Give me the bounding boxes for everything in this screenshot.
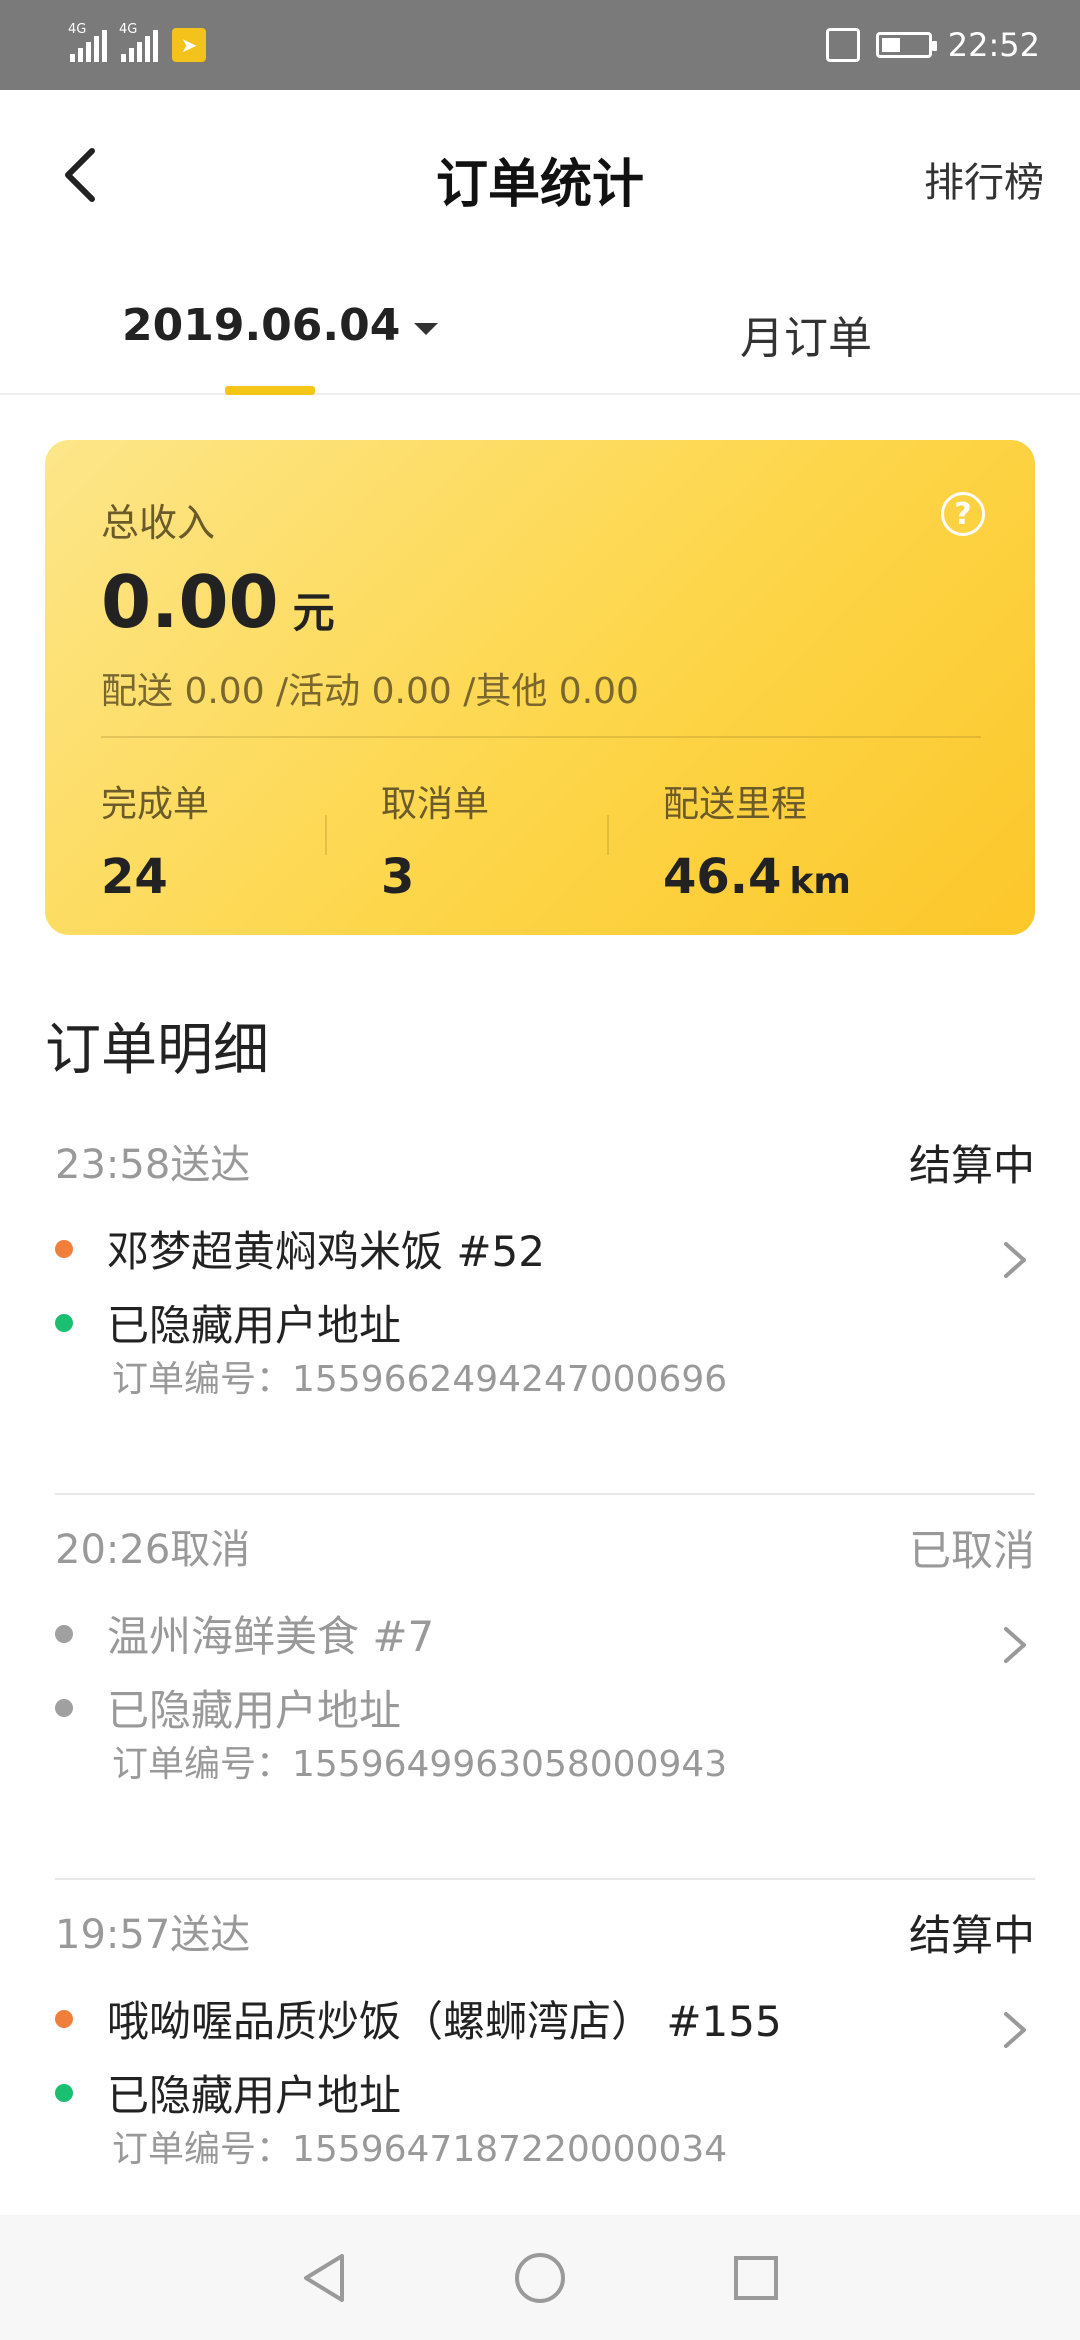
order-merchant-line: 邓梦超黄焖鸡米饭 #52 (55, 1218, 545, 1279)
order-time: 19:57送达 (55, 1912, 251, 1958)
order-address-line: 已隐藏用户地址 (55, 1677, 401, 1738)
status-left: 4G 4G ➤ (68, 22, 206, 62)
order-item[interactable]: 19:57送达 结算中 哦呦喔品质炒饭（螺蛳湾店） #155 已隐藏用户地址 订… (0, 1880, 1080, 2215)
income-amount-row: 0.00 元 (101, 560, 335, 644)
order-status: 已取消 (908, 1526, 1035, 1575)
caret-down-icon (414, 322, 439, 335)
order-merchant: 邓梦超黄焖鸡米饭 #52 (107, 1227, 545, 1276)
status-bar: 4G 4G ➤ 22:52 (0, 0, 1080, 90)
tab-bar: 2019.06.04 月订单 (0, 260, 1080, 395)
order-address-line: 已隐藏用户地址 (55, 1292, 401, 1353)
income-unit: 元 (292, 588, 335, 637)
chevron-right-icon (1004, 1242, 1026, 1278)
tab-monthly-orders[interactable]: 月订单 (740, 302, 872, 366)
status-time: 22:52 (947, 26, 1040, 64)
order-time: 20:26取消 (55, 1527, 251, 1573)
income-breakdown: 配送 0.00 /活动 0.00 /其他 0.00 (101, 671, 639, 712)
circle-home-icon (515, 2252, 565, 2303)
stat-separator (607, 815, 609, 855)
pickup-dot-icon (55, 1624, 73, 1643)
delivery-dot-icon (55, 1313, 73, 1332)
vibrate-icon (825, 28, 860, 62)
nav-back-button[interactable] (296, 2250, 352, 2306)
income-amount: 0.00 (101, 560, 279, 644)
ranking-link[interactable]: 排行榜 (924, 150, 1044, 208)
stat-completed-label: 完成单 (101, 784, 210, 825)
signal-icon: 4G (68, 22, 107, 62)
help-icon[interactable]: ? (941, 492, 985, 536)
order-merchant-line: 温州海鲜美食 #7 (55, 1603, 434, 1664)
order-address: 已隐藏用户地址 (107, 2071, 402, 2120)
order-address: 已隐藏用户地址 (107, 1686, 402, 1735)
status-right: 22:52 (825, 26, 1040, 64)
order-status: 结算中 (908, 1911, 1035, 1960)
chevron-right-icon (1004, 2012, 1026, 2048)
tab-active-indicator (225, 386, 315, 395)
chevron-right-icon (1004, 1627, 1026, 1663)
order-merchant: 温州海鲜美食 #7 (107, 1612, 435, 1661)
order-merchant: 哦呦喔品质炒饭（螺蛳湾店） #155 (107, 1997, 782, 2046)
order-item[interactable]: 20:26取消 已取消 温州海鲜美食 #7 已隐藏用户地址 订单编号：15596… (0, 1495, 1080, 1880)
pickup-dot-icon (55, 1239, 73, 1258)
order-time: 23:58送达 (55, 1142, 251, 1188)
stat-completed-value: 24 (101, 849, 168, 905)
delivery-dot-icon (55, 2083, 73, 2102)
order-number: 订单编号：1559662494247000696 (112, 1359, 728, 1400)
signal-icon: 4G (119, 22, 158, 62)
order-address-line: 已隐藏用户地址 (55, 2062, 401, 2123)
order-number: 订单编号：1559649963058000943 (112, 1744, 728, 1785)
tab-date-picker[interactable]: 2019.06.04 (122, 300, 439, 351)
battery-icon (875, 32, 937, 58)
stat-distance-value: 46.4 (663, 849, 782, 905)
order-item[interactable]: 23:58送达 结算中 邓梦超黄焖鸡米饭 #52 已隐藏用户地址 订单编号：15… (0, 1110, 1080, 1495)
income-summary-card: 总收入 ? 0.00 元 配送 0.00 /活动 0.00 /其他 0.00 完… (45, 440, 1035, 935)
order-number: 订单编号：1559647187220000034 (112, 2129, 728, 2170)
stat-completed: 完成单 24 (101, 775, 209, 905)
network-type-label: 4G (119, 22, 138, 37)
network-type-label: 4G (68, 22, 87, 37)
page-title: 订单统计 (435, 155, 644, 215)
delivery-dot-icon (55, 1698, 73, 1717)
stat-distance: 配送里程 46.4 km (663, 775, 851, 905)
total-income-label: 总收入 (101, 501, 216, 545)
order-details-title: 订单明细 (45, 1018, 269, 1083)
order-merchant-line: 哦呦喔品质炒饭（螺蛳湾店） #155 (55, 1988, 782, 2049)
order-status: 结算中 (908, 1141, 1035, 1190)
tab-date-label: 2019.06.04 (122, 300, 401, 351)
stat-cancelled: 取消单 3 (381, 775, 489, 905)
stat-distance-label: 配送里程 (663, 784, 808, 825)
app-notification-icon: ➤ (172, 28, 206, 62)
stat-cancelled-label: 取消单 (381, 784, 490, 825)
stat-cancelled-value: 3 (381, 849, 415, 905)
pickup-dot-icon (55, 2009, 73, 2028)
system-nav-bar (0, 2215, 1080, 2340)
nav-home-button[interactable] (512, 2250, 568, 2306)
card-divider (101, 736, 981, 738)
nav-recents-button[interactable] (728, 2250, 784, 2306)
stat-separator (325, 815, 327, 855)
app-header: 订单统计 排行榜 (0, 90, 1080, 260)
square-recents-icon (734, 2255, 778, 2300)
order-address: 已隐藏用户地址 (107, 1301, 402, 1350)
stat-distance-unit: km (789, 861, 851, 902)
triangle-back-icon (304, 2253, 344, 2302)
